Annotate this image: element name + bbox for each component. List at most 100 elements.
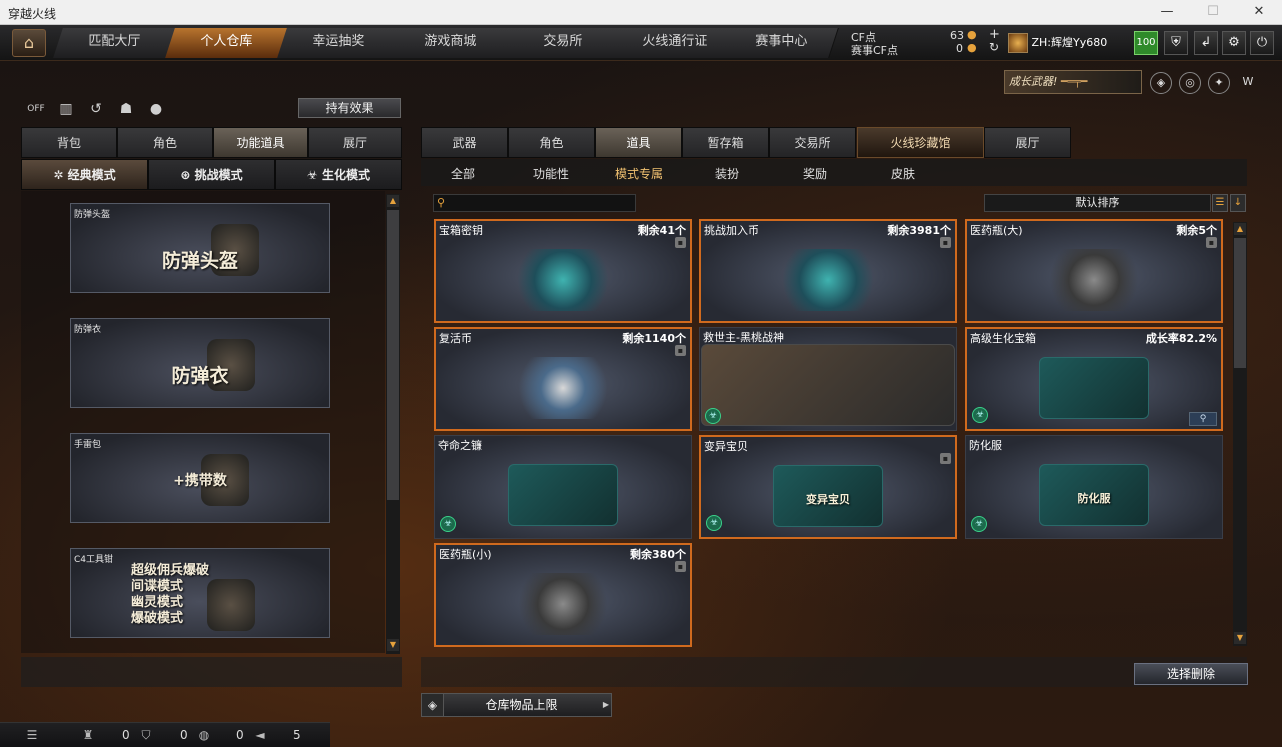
scroll-up-icon[interactable]: ▲ [1234, 223, 1246, 235]
left-scrollbar[interactable]: ▲ ▼ [386, 194, 400, 654]
lock-icon[interactable]: ▪ [940, 237, 951, 248]
scroll-thumb[interactable] [1234, 238, 1246, 368]
left-tab-character[interactable]: 角色 [117, 127, 213, 158]
user-info[interactable]: ZH:辉煌Yy680 [1008, 30, 1128, 56]
right-tab-showroom[interactable]: 展厅 [984, 127, 1071, 158]
username: ZH:辉煌Yy680 [1031, 36, 1108, 49]
back-icon[interactable]: ↲ [1194, 31, 1218, 55]
right-tab-weapons[interactable]: 武器 [421, 127, 508, 158]
right-scrollbar[interactable]: ▲ ▼ [1233, 222, 1247, 646]
shield-icon[interactable]: ⛉ [138, 727, 154, 743]
nav-tab-match[interactable]: 匹配大厅 [53, 28, 177, 58]
target-icon[interactable]: ◎ [1179, 72, 1201, 94]
subtab-all[interactable]: 全部 [451, 165, 475, 182]
scroll-up-icon[interactable]: ▲ [387, 195, 399, 207]
effect-button[interactable]: 持有效果 [298, 98, 401, 118]
item-card-helmet[interactable]: 防弹头盔 防弹头盔 [70, 203, 330, 293]
speaker-icon[interactable]: ◄ [252, 727, 268, 743]
close-button[interactable]: ✕ [1236, 0, 1282, 25]
nav-tab-pass[interactable]: 火线通行证 [613, 28, 737, 58]
item-card-medkit-small[interactable]: 医药瓶(小) 剩余380个 ▪ [434, 543, 692, 647]
mode-tab-challenge[interactable]: ⊛ 挑战模式 [148, 159, 275, 190]
wings-icon[interactable]: W [1237, 72, 1259, 94]
item-card-death-scythe[interactable]: 夺命之镰 ☣ [434, 435, 692, 539]
stats-icon[interactable]: ▥ [56, 99, 76, 119]
item-card-revive-coin[interactable]: 复活币 剩余1140个 ▪ [434, 327, 692, 431]
item-card-chest-key[interactable]: 宝箱密钥 剩余41个 ▪ [434, 219, 692, 323]
window-titlebar: 穿越火线 — ☐ ✕ [0, 0, 1282, 25]
grenade-icon[interactable]: ● [146, 99, 166, 119]
medkit-icon [1039, 249, 1149, 311]
status-value-2: 0 [180, 728, 188, 742]
list-icon[interactable]: ☰ [24, 727, 40, 743]
minimize-button[interactable]: — [1144, 0, 1190, 25]
chest-icon [1039, 357, 1149, 419]
nav-tab-shop[interactable]: 游戏商城 [389, 28, 513, 58]
right-tab-props[interactable]: 道具 [595, 127, 682, 158]
item-card-grenade-bag[interactable]: 手雷包 +携带数 [70, 433, 330, 523]
lock-icon[interactable]: ▪ [675, 561, 686, 572]
cf-points-value: 63 [950, 29, 964, 42]
mode-tab-zombie[interactable]: ☣ 生化模式 [275, 159, 402, 190]
right-tab-exchange[interactable]: 交易所 [769, 127, 856, 158]
sort-direction-icon[interactable]: ↓ [1230, 194, 1246, 212]
item-card-savior[interactable]: 救世主-黑桃战神 ☣ [699, 327, 957, 431]
subtab-functional[interactable]: 功能性 [533, 165, 569, 182]
delete-selected-button[interactable]: 选择删除 [1134, 663, 1248, 685]
subtab-decor[interactable]: 装扮 [715, 165, 739, 182]
nav-tab-events[interactable]: 赛事中心 [725, 28, 839, 58]
left-tab-showroom[interactable]: 展厅 [308, 127, 402, 158]
nav-tab-warehouse[interactable]: 个人仓库 [165, 28, 289, 58]
item-card-vest[interactable]: 防弹衣 防弹衣 [70, 318, 330, 408]
scroll-down-icon[interactable]: ▼ [1234, 632, 1246, 644]
settings-gear-icon[interactable]: ⚙ [1222, 31, 1246, 55]
status-value-1: 0 [122, 728, 130, 742]
promo-banner[interactable]: 成长武器! ━═╤━ [1004, 70, 1142, 94]
subtab-mode-exclusive[interactable]: 模式专属 [615, 165, 663, 182]
mode-tab-classic[interactable]: ✲ 经典模式 [21, 159, 148, 190]
zoom-icon[interactable]: ⚲ [1189, 412, 1217, 426]
item-card-advanced-zombie-chest[interactable]: 高级生化宝箱 成长率82.2% ☣ ⚲ [965, 327, 1223, 431]
left-tab-backpack[interactable]: 背包 [21, 127, 117, 158]
item-card-challenge-coin[interactable]: 挑战加入币 剩余3981个 ▪ [699, 219, 957, 323]
power-icon[interactable]: ⏻ [1250, 31, 1274, 55]
history-icon[interactable]: ↺ [86, 99, 106, 119]
flame-icon[interactable]: ✦ [1208, 72, 1230, 94]
item-card-medkit-large[interactable]: 医药瓶(大) 剩余5个 ▪ [965, 219, 1223, 323]
nav-tab-lottery[interactable]: 幸运抽奖 [277, 28, 401, 58]
badge-icon[interactable]: ◈ [1150, 72, 1172, 94]
binoculars-icon[interactable]: ♜ [80, 727, 96, 743]
right-tab-collection[interactable]: 火线珍藏馆 [857, 127, 984, 158]
search-input[interactable]: ⚲ [433, 194, 636, 212]
nav-tab-exchange[interactable]: 交易所 [501, 28, 625, 58]
maximize-button[interactable]: ☐ [1190, 0, 1236, 25]
lock-icon[interactable]: ▪ [675, 345, 686, 356]
right-tab-storage[interactable]: 暂存箱 [682, 127, 769, 158]
item-card-c4-pliers[interactable]: C4工具钳 超级佣兵爆破 间谍模式 幽灵模式 爆破模式 [70, 548, 330, 638]
window-title: 穿越火线 [8, 7, 57, 21]
item-card-hazmat-suit[interactable]: 防化服 防化服 ☣ [965, 435, 1223, 539]
scroll-down-icon[interactable]: ▼ [387, 639, 399, 651]
list-view-icon[interactable]: ☰ [1212, 194, 1228, 212]
character-icon[interactable]: ☗ [116, 99, 136, 119]
toggle-off-icon[interactable]: OFF [26, 99, 46, 119]
status-value-3: 0 [236, 728, 244, 742]
capacity-button[interactable]: ◈ 仓库物品上限 ▶ [421, 693, 612, 717]
refresh-icon[interactable]: ↻ [989, 40, 999, 54]
key-card-icon [508, 249, 618, 311]
subtab-rewards[interactable]: 奖励 [803, 165, 827, 182]
subtab-skins[interactable]: 皮肤 [891, 165, 915, 182]
lock-icon[interactable]: ▪ [1206, 237, 1217, 248]
lock-icon[interactable]: ▪ [940, 453, 951, 464]
scroll-thumb[interactable] [387, 210, 399, 500]
chevron-right-icon: ▶ [602, 700, 609, 709]
match-cf-points-value: 0 [956, 42, 963, 55]
shield-icon[interactable]: ⛨ [1164, 31, 1188, 55]
item-card-mutant-baby[interactable]: 变异宝贝 ▪ 变异宝贝 ☣ [699, 435, 957, 539]
home-icon[interactable]: ⌂ [12, 29, 46, 57]
chat-icon[interactable]: ◍ [196, 727, 212, 743]
sort-dropdown[interactable]: 默认排序 [984, 194, 1211, 212]
right-tab-character[interactable]: 角色 [508, 127, 595, 158]
left-tab-function-items[interactable]: 功能道具 [213, 127, 308, 158]
lock-icon[interactable]: ▪ [675, 237, 686, 248]
